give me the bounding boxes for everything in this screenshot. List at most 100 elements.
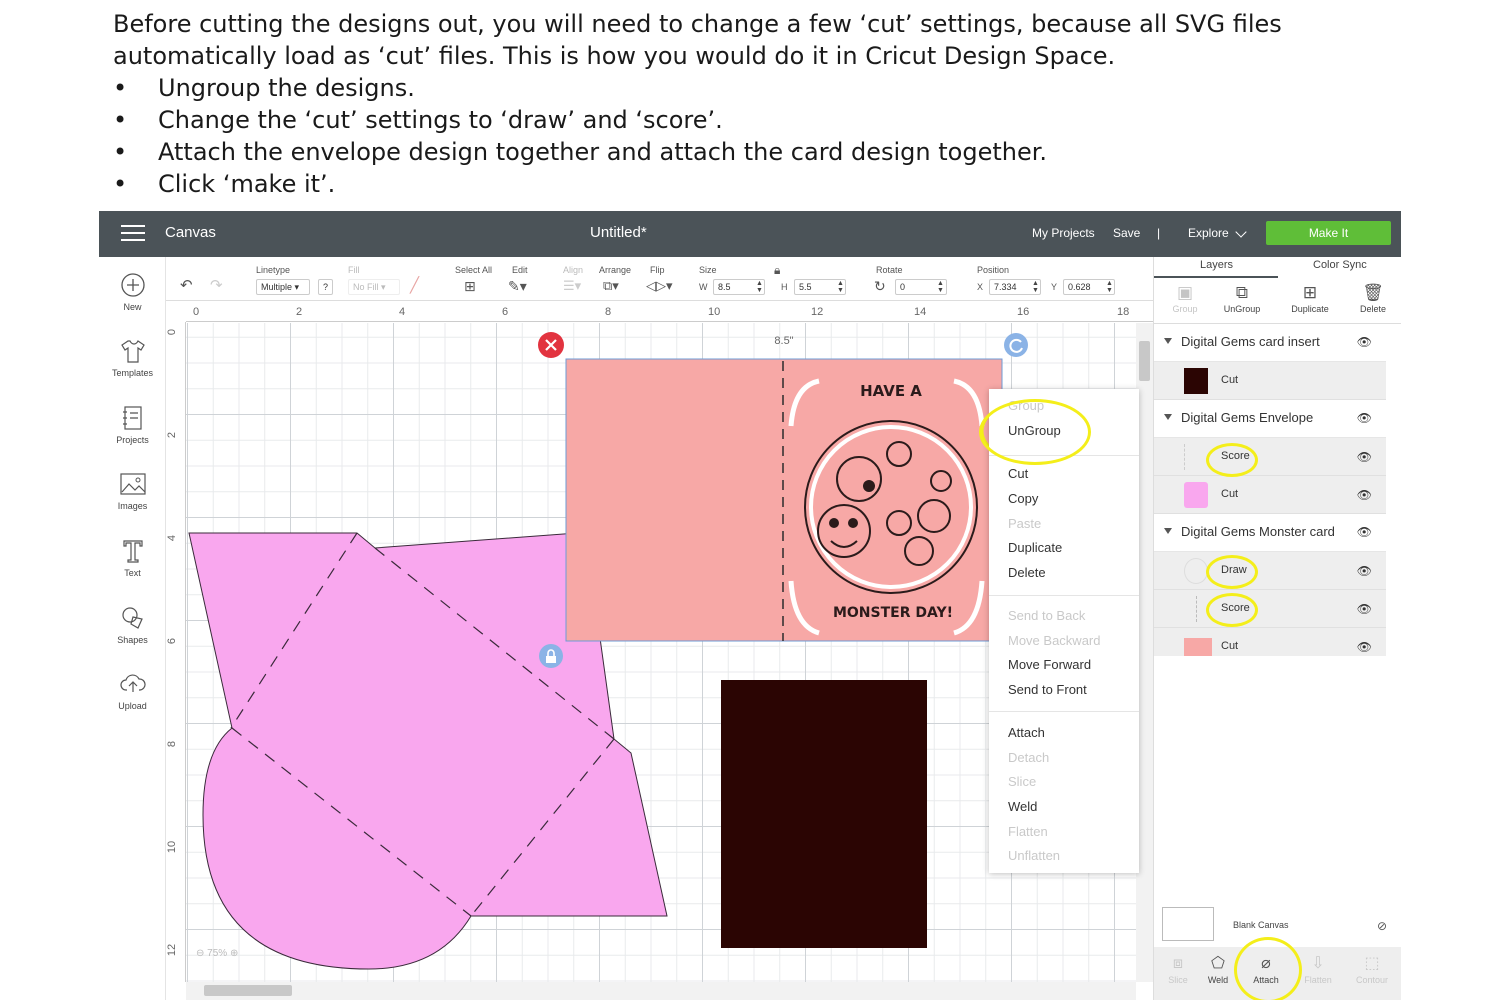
layer-swatch <box>1184 444 1208 470</box>
weld-icon: ⬠ <box>1211 955 1225 972</box>
layer-row[interactable]: Cut 👁︎ <box>1154 628 1386 666</box>
eye-icon[interactable]: 👁︎ <box>1357 335 1372 349</box>
menu-item-weld[interactable]: Weld <box>1008 799 1037 814</box>
menu-item-flatten[interactable]: Flatten <box>1008 824 1048 839</box>
monster-card[interactable]: HAVE A MONSTER DAY! <box>565 358 1003 642</box>
layer-swatch <box>1184 482 1208 508</box>
tool-label: Delete <box>1359 304 1386 314</box>
contour-button[interactable]: ⬚ Contour <box>1348 953 1396 985</box>
attach-button[interactable]: ⌀ Attach <box>1242 953 1290 985</box>
svg-text:8.5": 8.5" <box>774 335 793 347</box>
weld-button[interactable]: ⬠ Weld <box>1194 953 1242 985</box>
layers-list: Digital Gems card insert 👁︎ Cut Digital … <box>1154 324 1386 656</box>
layer-row[interactable]: Score 👁︎ <box>1154 438 1386 476</box>
layer-group-card-insert[interactable]: Digital Gems card insert 👁︎ <box>1154 324 1386 362</box>
eye-icon[interactable]: 👁︎ <box>1357 640 1372 654</box>
group-button[interactable]: ▣ Group <box>1154 282 1216 314</box>
horizontal-scrollbar[interactable] <box>186 982 1136 1000</box>
tool-label: Contour <box>1355 975 1389 985</box>
layer-operation: Score <box>1221 602 1250 614</box>
layer-operation: Score <box>1221 450 1250 462</box>
duplicate-icon: ⊞ <box>1302 283 1318 302</box>
menu-item-move-forward[interactable]: Move Forward <box>1008 657 1091 672</box>
bullet-item: • Change the ‘cut’ settings to ‘draw’ and… <box>113 104 1413 136</box>
bullet-text: Change the ‘cut’ settings to ‘draw’ and … <box>158 106 723 134</box>
menu-item-attach[interactable]: Attach <box>1008 725 1045 740</box>
width-indicator: 8.5" <box>774 335 793 347</box>
layers-panel: Layers Color Sync ▣ Group ⧉ UnGroup ⊞ Dupli… <box>1153 257 1401 1000</box>
zoom-control[interactable]: ⊖ 75% ⊕ <box>196 948 238 959</box>
tool-label: Slice <box>1168 975 1188 985</box>
bullet-dot: • <box>113 74 128 102</box>
layer-group-monster-card[interactable]: Digital Gems Monster card 👁︎ <box>1154 514 1386 552</box>
menu-divider <box>989 595 1139 596</box>
menu-item-cut[interactable]: Cut <box>1008 466 1028 481</box>
scroll-thumb[interactable] <box>204 985 292 996</box>
eye-icon[interactable]: 👁︎ <box>1357 450 1372 464</box>
menu-item-send-to-back[interactable]: Send to Back <box>1008 608 1085 623</box>
tool-label: Attach <box>1253 975 1279 985</box>
layer-swatch <box>1196 596 1206 622</box>
zoom-level: 75% <box>207 948 228 959</box>
bullet-text: Click ‘make it’. <box>158 170 336 198</box>
layer-row[interactable]: Cut 👁︎ <box>1154 476 1386 514</box>
instructions: Before cutting the designs out, you will… <box>113 8 1413 200</box>
bullet-item: • Ungroup the designs. <box>113 72 1413 104</box>
tab-layers[interactable]: Layers <box>1200 259 1233 271</box>
eye-icon[interactable]: 👁︎ <box>1357 602 1372 616</box>
paperclip-icon: ⌀ <box>1261 955 1271 972</box>
panel-scrollbar[interactable] <box>1386 324 1401 894</box>
context-menu: Group UnGroup Cut Copy Paste Duplicate D… <box>989 389 1139 873</box>
tool-label: Duplicate <box>1291 304 1329 314</box>
collapse-arrow-icon[interactable] <box>1164 414 1172 420</box>
tab-color-sync[interactable]: Color Sync <box>1313 259 1367 271</box>
eye-icon[interactable]: 👁︎ <box>1357 488 1372 502</box>
card-tagline: MONSTER DAY! <box>833 605 953 621</box>
tool-label: UnGroup <box>1223 304 1261 314</box>
hidden-eye-icon[interactable]: ⊘ <box>1377 919 1387 933</box>
menu-item-slice[interactable]: Slice <box>1008 774 1036 789</box>
collapse-arrow-icon[interactable] <box>1164 528 1172 534</box>
card-insert[interactable] <box>721 680 927 948</box>
layer-tools: ▣ Group ⧉ UnGroup ⊞ Duplicate 🗑︎ Delete <box>1154 278 1401 324</box>
layer-row[interactable]: Cut <box>1154 362 1386 400</box>
eye-icon[interactable]: 👁︎ <box>1357 411 1372 425</box>
menu-item-send-to-front[interactable]: Send to Front <box>1008 682 1087 697</box>
menu-item-copy[interactable]: Copy <box>1008 491 1038 506</box>
menu-item-detach[interactable]: Detach <box>1008 750 1049 765</box>
flatten-button[interactable]: ⇩ Flatten <box>1294 953 1342 985</box>
ungroup-button[interactable]: ⧉ UnGroup <box>1211 282 1273 314</box>
flatten-icon: ⇩ <box>1311 955 1325 972</box>
lock-handle-icon[interactable] <box>539 644 563 668</box>
duplicate-button[interactable]: ⊞ Duplicate <box>1279 282 1341 314</box>
bullet-dot: • <box>113 106 128 134</box>
bullet-text: Attach the envelope design together and … <box>158 138 1048 166</box>
rotate-handle-icon[interactable] <box>1004 333 1028 357</box>
menu-item-group[interactable]: Group <box>1008 398 1044 413</box>
menu-item-unflatten[interactable]: Unflatten <box>1008 848 1060 863</box>
menu-item-move-backward[interactable]: Move Backward <box>1008 633 1100 648</box>
collapse-arrow-icon[interactable] <box>1164 338 1172 344</box>
blank-canvas-swatch[interactable] <box>1162 907 1214 941</box>
eye-icon[interactable]: 👁︎ <box>1357 564 1372 578</box>
menu-item-ungroup[interactable]: UnGroup <box>1008 423 1061 438</box>
blank-canvas-label: Blank Canvas <box>1233 920 1289 930</box>
eye-icon[interactable]: 👁︎ <box>1357 525 1372 539</box>
layer-group-envelope[interactable]: Digital Gems Envelope 👁︎ <box>1154 400 1386 438</box>
panel-tabs: Layers Color Sync <box>1154 257 1401 278</box>
design-space-window: Canvas Untitled* My Projects Save | Expl… <box>99 211 1401 1000</box>
layer-operation: Cut <box>1221 374 1239 386</box>
menu-item-duplicate[interactable]: Duplicate <box>1008 540 1062 555</box>
layer-operation: Cut <box>1221 640 1239 652</box>
delete-button[interactable]: 🗑︎ Delete <box>1342 282 1401 314</box>
bullet-item: • Attach the envelope design together and… <box>113 136 1413 168</box>
layer-row[interactable]: Draw 👁︎ <box>1154 552 1386 590</box>
menu-item-delete[interactable]: Delete <box>1008 565 1046 580</box>
layer-operation: Cut <box>1221 488 1239 500</box>
layer-row[interactable]: Score 👁︎ <box>1154 590 1386 628</box>
layer-operation: Draw <box>1221 564 1247 576</box>
scroll-thumb[interactable] <box>1139 341 1150 381</box>
delete-handle-icon[interactable] <box>538 332 564 358</box>
bottom-tools: ⧈ Slice ⬠ Weld ⌀ Attach ⇩ Flatten ⬚ Contour <box>1154 947 1401 1000</box>
menu-item-paste[interactable]: Paste <box>1008 516 1041 531</box>
